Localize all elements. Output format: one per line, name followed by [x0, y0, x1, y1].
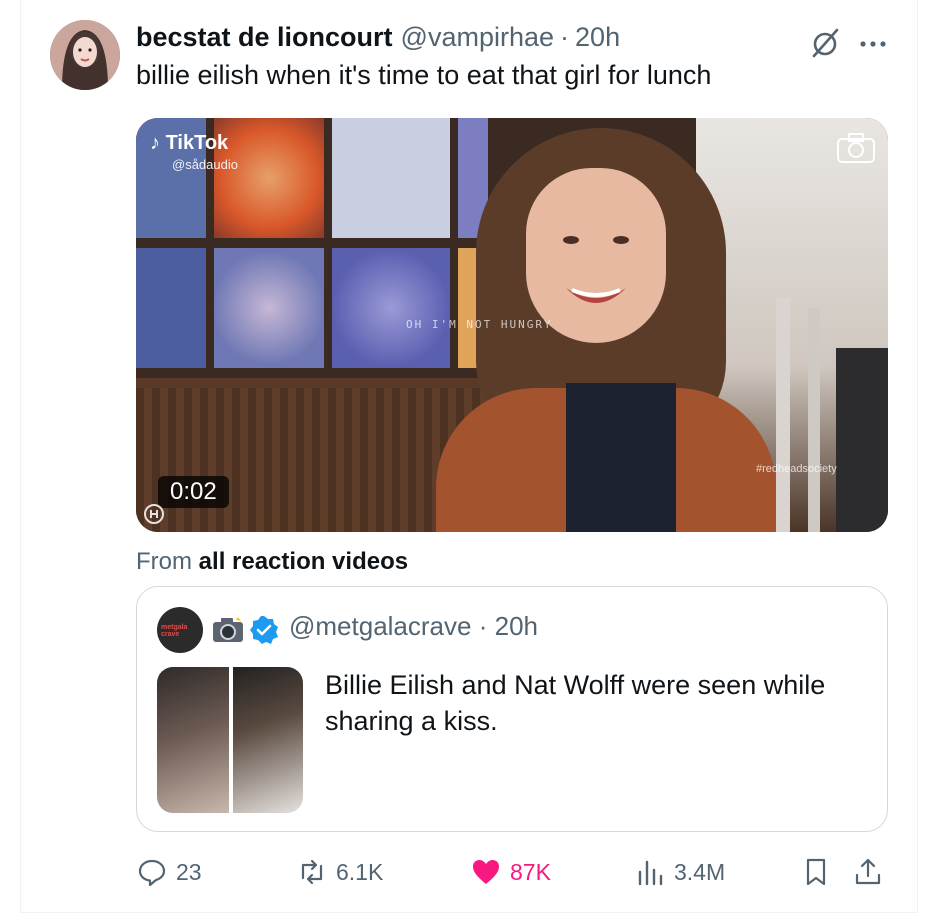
camera-flash-icon: [213, 617, 243, 642]
video-player[interactable]: ♪ TikTok @sådaudio OH I'M NOT HUNGRY #re…: [136, 118, 888, 532]
author-display-name[interactable]: becstat de lioncourt: [136, 22, 393, 53]
tiktok-note-icon: ♪: [150, 132, 160, 154]
quoted-tweet-timestamp[interactable]: 20h: [495, 611, 538, 641]
tweet-action-bar: 23 6.1K 87K 3.4M: [136, 856, 888, 892]
verified-badge-icon: [250, 616, 278, 644]
repost-button[interactable]: 6.1K: [296, 856, 383, 888]
grok-icon[interactable]: [808, 26, 842, 60]
separator-dot: ·: [478, 611, 488, 641]
repost-icon: [301, 859, 323, 885]
quoted-author-handle[interactable]: @metgalacrave: [289, 611, 471, 641]
quoted-tweet-text: Billie Eilish and Nat Wolff were seen wh…: [325, 670, 826, 736]
chair-backs: [836, 348, 888, 532]
tiktok-username: @sådaudio: [172, 157, 238, 172]
reply-count: 23: [176, 858, 202, 885]
video-source-attribution: From all reaction videos: [136, 548, 408, 576]
quoted-avatar-logo: metgala crave: [161, 624, 188, 638]
thumbnail-photo-left: [157, 667, 229, 813]
bookmark-button[interactable]: [800, 856, 832, 888]
views-chart-icon: [638, 860, 663, 886]
video-duration: 0:02: [158, 476, 229, 508]
tweet-header: becstat de lioncourt @vampirhae · 20h: [136, 22, 620, 56]
thumbnail-photo-right: [233, 667, 303, 813]
quoted-tweet[interactable]: metgala crave @metgalacrave · 20h Billie…: [136, 586, 888, 832]
video-watermark: #redheadsociety: [756, 463, 837, 475]
quoted-author-avatar[interactable]: metgala crave: [157, 607, 203, 653]
window-pane: [332, 248, 450, 368]
reply-icon: [138, 859, 166, 887]
views-count: 3.4M: [674, 858, 726, 885]
share-icon: [855, 858, 881, 885]
like-button[interactable]: 87K: [470, 856, 551, 888]
quoted-tweet-thumbnail[interactable]: [157, 667, 303, 813]
subject-facial-features: [563, 236, 629, 303]
source-link[interactable]: all reaction videos: [199, 548, 408, 575]
separator-dot: ·: [560, 22, 570, 52]
author-handle[interactable]: @vampirhae: [401, 22, 554, 53]
share-button[interactable]: [852, 856, 884, 888]
source-prefix: From: [136, 548, 192, 575]
tiktok-badge: ♪ TikTok @sådaudio: [150, 132, 238, 172]
history-icon: [144, 504, 164, 524]
more-options-icon[interactable]: [858, 34, 888, 54]
window-pane: [332, 118, 450, 238]
camera-icon[interactable]: [836, 132, 876, 164]
window-pane: [214, 248, 324, 368]
window-pane: [136, 248, 206, 368]
bookmark-icon: [806, 858, 826, 886]
heart-icon: [473, 860, 499, 884]
repost-count: 6.1K: [336, 858, 384, 885]
tiktok-label: TikTok: [165, 132, 229, 154]
views-button[interactable]: 3.4M: [634, 856, 725, 888]
tweet-text: billie eilish when it's time to eat that…: [136, 60, 712, 90]
author-avatar[interactable]: [50, 20, 120, 90]
video-caption-overlay: OH I'M NOT HUNGRY: [406, 318, 553, 331]
tweet-timestamp[interactable]: 20h: [575, 22, 620, 53]
quoted-tweet-header: @metgalacrave · 20h: [289, 611, 538, 642]
avatar-image: [50, 20, 120, 90]
railing: [808, 308, 820, 532]
reply-button[interactable]: 23: [136, 856, 202, 888]
like-count: 87K: [510, 858, 551, 885]
tiktok-logo-label: ♪ TikTok: [150, 132, 238, 155]
subject-blouse: [566, 383, 676, 532]
